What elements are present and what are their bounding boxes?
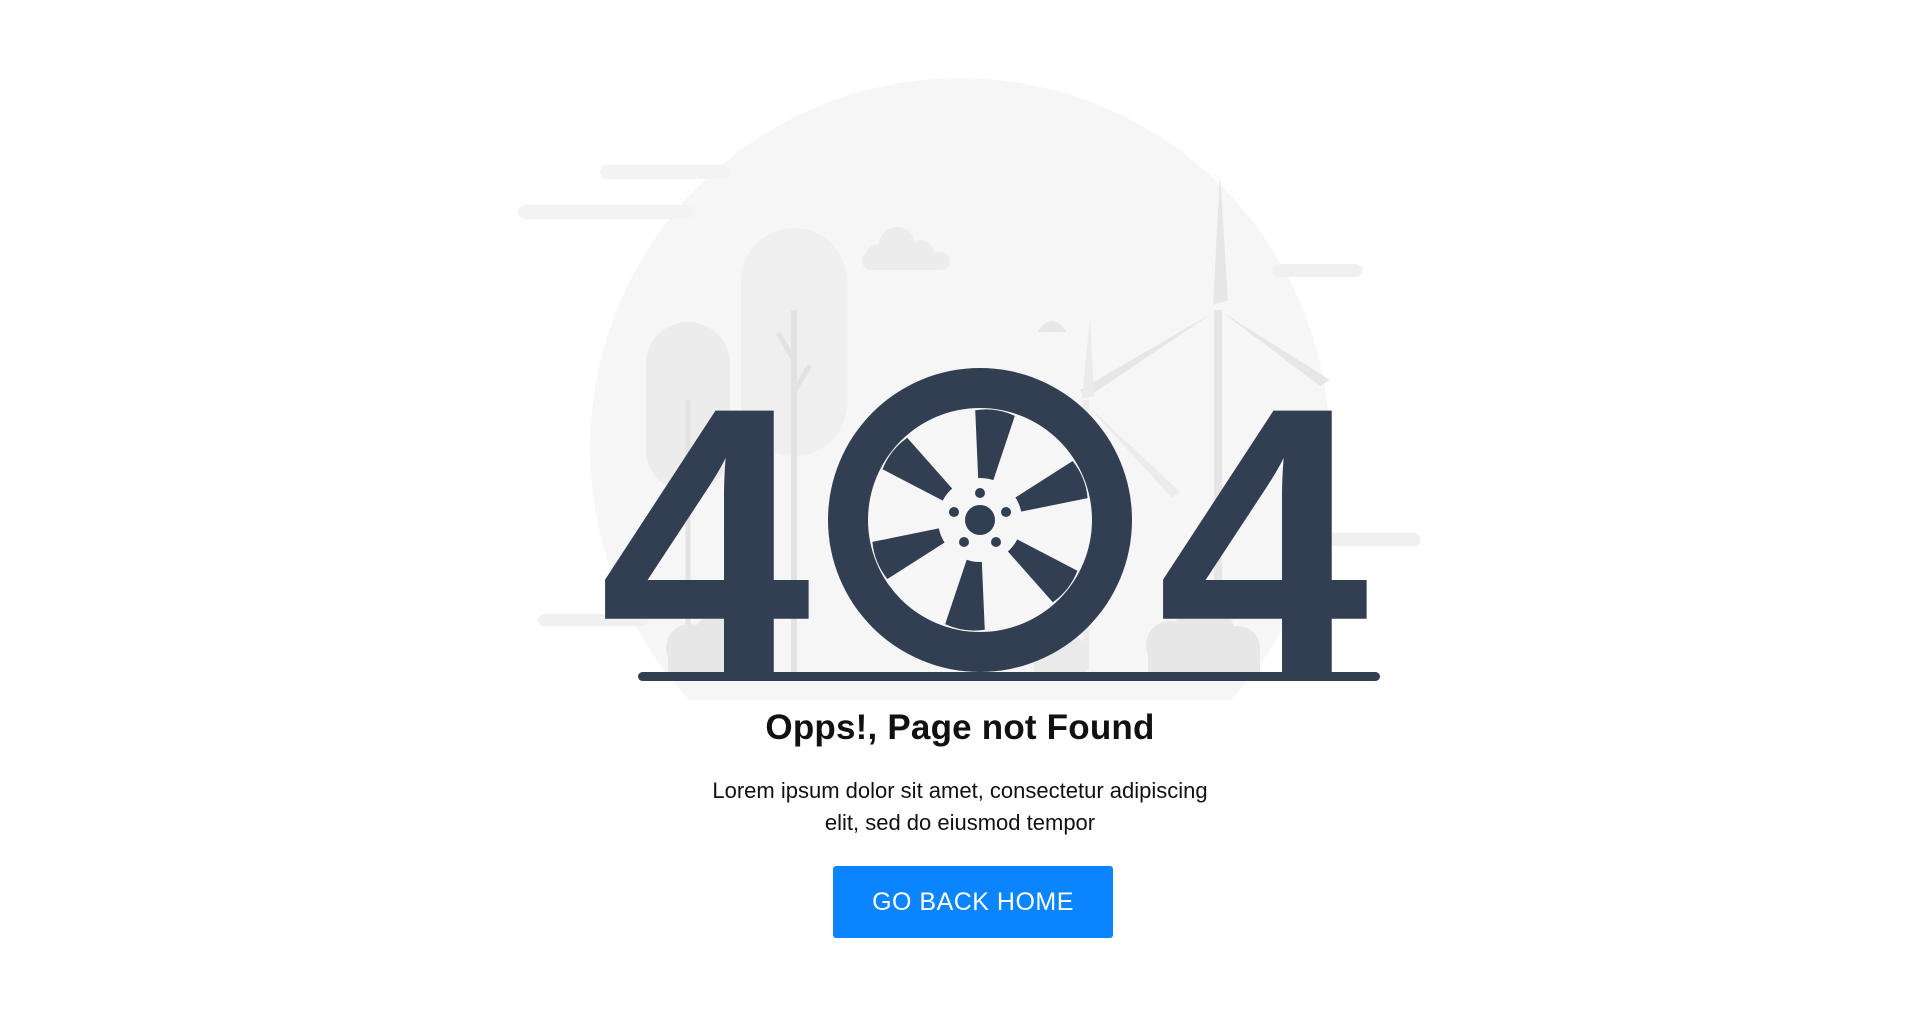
error-description: Lorem ipsum dolor sit amet, consectetur … — [0, 775, 1920, 839]
error-digit: 4 — [599, 328, 813, 700]
go-back-home-button[interactable]: GO BACK HOME — [833, 866, 1113, 938]
page-title: Opps!, Page not Found — [765, 708, 1155, 747]
error-illustration: 4 4 — [518, 78, 1420, 700]
ground-line — [638, 672, 1380, 681]
cloud-streak — [518, 205, 693, 219]
description-line: elit, sed do eiusmod tempor — [824, 810, 1096, 835]
cloud-streak — [600, 165, 730, 179]
not-found-page: 4 4 Opps!, Page not Found Lorem ipsum do… — [0, 0, 1920, 1024]
wheel-icon — [828, 368, 1132, 672]
description-line: Lorem ipsum dolor sit amet, consectetur … — [712, 778, 1208, 803]
cloud-streak — [1272, 264, 1362, 277]
error-digit: 4 — [1157, 328, 1371, 700]
